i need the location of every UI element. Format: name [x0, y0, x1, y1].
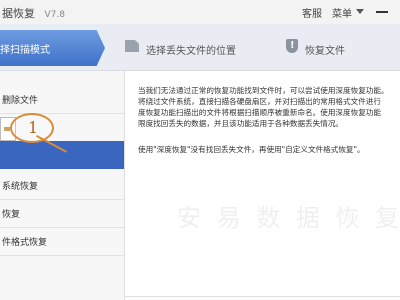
mode-description: 当我们无法通过正常的恢复功能找到文件时，可以尝试使用深度恢复功能。 将绕过文件系…: [138, 85, 400, 129]
description-line: 度恢复功能扫描出的文件将根据扫描顺序被重新命名。使用深度恢复功能: [138, 108, 381, 117]
sidebar-item-system-recovery[interactable]: 系统恢复: [0, 171, 124, 200]
divider: [124, 296, 400, 297]
sidebar-item-label: 件格式恢复: [2, 238, 48, 248]
sidebar-item-label: 恢复: [2, 210, 21, 220]
usage-hint: 使用"深度恢复"没有找回丢失文件，再使用"自定义文件格式恢复"。: [138, 145, 365, 154]
warning-icon: !: [286, 39, 298, 53]
sidebar-item-recovery[interactable]: 恢复: [0, 199, 124, 228]
title-bar: 据恢复 V7.8 客服 菜单: [0, 0, 400, 25]
app-title: 据恢复 V7.8: [2, 5, 65, 21]
watermark: 安 易 数 据 恢 复: [177, 204, 400, 232]
step-progress-bar: 择扫描模式 选择丢失文件的位置 ! 恢复文件: [0, 24, 400, 71]
app-name: 据恢复: [2, 7, 35, 20]
mode-description-panel: 当我们无法通过正常的恢复功能找到文件时，可以尝试使用深度恢复功能。 将绕过文件系…: [125, 71, 400, 300]
step-recover-files-label: 恢复文件: [305, 46, 345, 57]
app-version: V7.8: [44, 10, 65, 20]
step-scan-mode-label: 择扫描模式: [0, 45, 50, 56]
sidebar-item-label: 系统恢复: [2, 182, 39, 192]
sidebar-item-label: 删除文件: [2, 96, 39, 106]
callout-circle: 1: [10, 113, 54, 143]
description-line: 将绕过文件系统，直接扫描各硬盘扇区，并对扫描出的常用格式文件进行: [138, 97, 381, 106]
chevron-down-icon[interactable]: [356, 9, 364, 14]
document-icon: [125, 40, 139, 52]
sidebar-item-selected[interactable]: [0, 141, 124, 169]
menu-button[interactable]: 菜单: [332, 5, 352, 20]
description-line: 限度找回丢失的数据，并且该功能适用于各种数据丢失情况。: [138, 119, 344, 128]
minimize-icon[interactable]: [376, 11, 388, 13]
sidebar-item-deleted-files[interactable]: 删除文件: [0, 85, 124, 114]
customer-service-link[interactable]: 客服: [302, 5, 322, 20]
description-line: 当我们无法通过正常的恢复功能找到文件时，可以尝试使用深度恢复功能。: [138, 86, 389, 95]
scan-mode-sidebar: 删除文件 系统恢复 恢复 件格式恢复: [0, 71, 125, 300]
step-select-location-label: 选择丢失文件的位置: [146, 46, 236, 57]
sidebar-item-file-format-recovery[interactable]: 件格式恢复: [0, 227, 124, 256]
